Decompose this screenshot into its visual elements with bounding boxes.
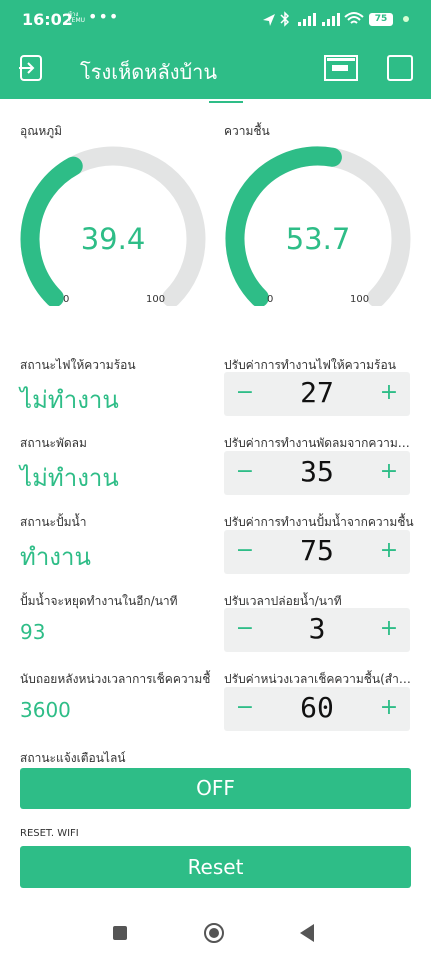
pump-stop-countdown-value: 93: [20, 620, 46, 644]
water-release-time-stepper: − 3 +: [224, 608, 410, 652]
status-time: 16:02: [22, 10, 73, 29]
signal-bars-icon-1: [298, 13, 316, 26]
line-alert-label: สถานะแจ้งเตือนไลน์: [20, 751, 126, 765]
status-dot: [403, 16, 409, 22]
signal-bars-icon-2: [322, 13, 340, 26]
bluetooth-icon: [280, 11, 290, 27]
back-icon[interactable]: [298, 923, 316, 943]
temperature-label: อุณหภูมิ: [20, 124, 63, 138]
location-arrow-icon: [263, 14, 275, 26]
status-notification-text: ห้าง TEMU: [68, 12, 85, 24]
humidity-value: 53.7: [285, 222, 351, 256]
humidity-min: 0: [267, 294, 274, 305]
fan-status-label: สถานะพัดลม: [20, 436, 87, 450]
reset-wifi-button[interactable]: Reset: [20, 846, 411, 888]
status-small-line-2: TEMU: [68, 17, 86, 24]
humidity-check-countdown-value: 3600: [20, 698, 71, 722]
wifi-icon: [344, 12, 364, 24]
heater-threshold-increment-button[interactable]: +: [374, 380, 404, 405]
pump-status-value: ทำงาน: [20, 543, 91, 571]
fan-threshold-increment-button[interactable]: +: [374, 459, 404, 484]
humidity-check-countdown-label: นับถอยหลังหน่วงเวลาการเช็คความชื้: [20, 672, 211, 686]
line-alert-toggle-button[interactable]: OFF: [20, 768, 411, 809]
pump-threshold-stepper: − 75 +: [224, 530, 410, 574]
tab-indicator: [209, 101, 243, 103]
humidity-check-delay-increment-button[interactable]: +: [374, 695, 404, 720]
recent-apps-icon[interactable]: [112, 925, 128, 941]
heater-threshold-stepper: − 27 +: [224, 372, 410, 416]
status-bar: 16:02 ห้าง TEMU ••• 75: [0, 0, 431, 38]
fan-status-value: ไม่ทำงาน: [20, 464, 119, 492]
humidity-check-delay-stepper: − 60 +: [224, 687, 410, 731]
home-icon[interactable]: [203, 922, 225, 944]
heater-status-value: ไม่ทำงาน: [20, 386, 119, 414]
temperature-value: 39.4: [80, 222, 146, 256]
device-status-icon[interactable]: [324, 55, 358, 81]
temperature-min: 0: [63, 294, 70, 305]
more-notifications-icon: •••: [88, 7, 120, 26]
battery-icon: 75: [369, 13, 393, 26]
humidity-label: ความชื้น: [224, 124, 270, 138]
fan-threshold-stepper: − 35 +: [224, 451, 410, 495]
back-exit-icon[interactable]: [17, 54, 45, 82]
reset-wifi-label: RESET. WIFI: [20, 828, 79, 839]
temperature-max: 100: [146, 294, 166, 305]
humidity-max: 100: [350, 294, 370, 305]
pump-stop-countdown-label: ปั้มน้ำจะหยุดทำงานในอีก/นาที: [20, 594, 178, 608]
app-title: โรงเห็ดหลังบ้าน: [80, 60, 218, 84]
pump-status-label: สถานะปั้มน้ำ: [20, 515, 87, 529]
heater-status-label: สถานะไฟให้ความร้อน: [20, 358, 136, 372]
pump-threshold-increment-button[interactable]: +: [374, 538, 404, 563]
square-menu-icon[interactable]: [387, 55, 413, 81]
water-release-time-increment-button[interactable]: +: [374, 616, 404, 641]
app-header: โรงเห็ดหลังบ้าน: [0, 38, 431, 99]
